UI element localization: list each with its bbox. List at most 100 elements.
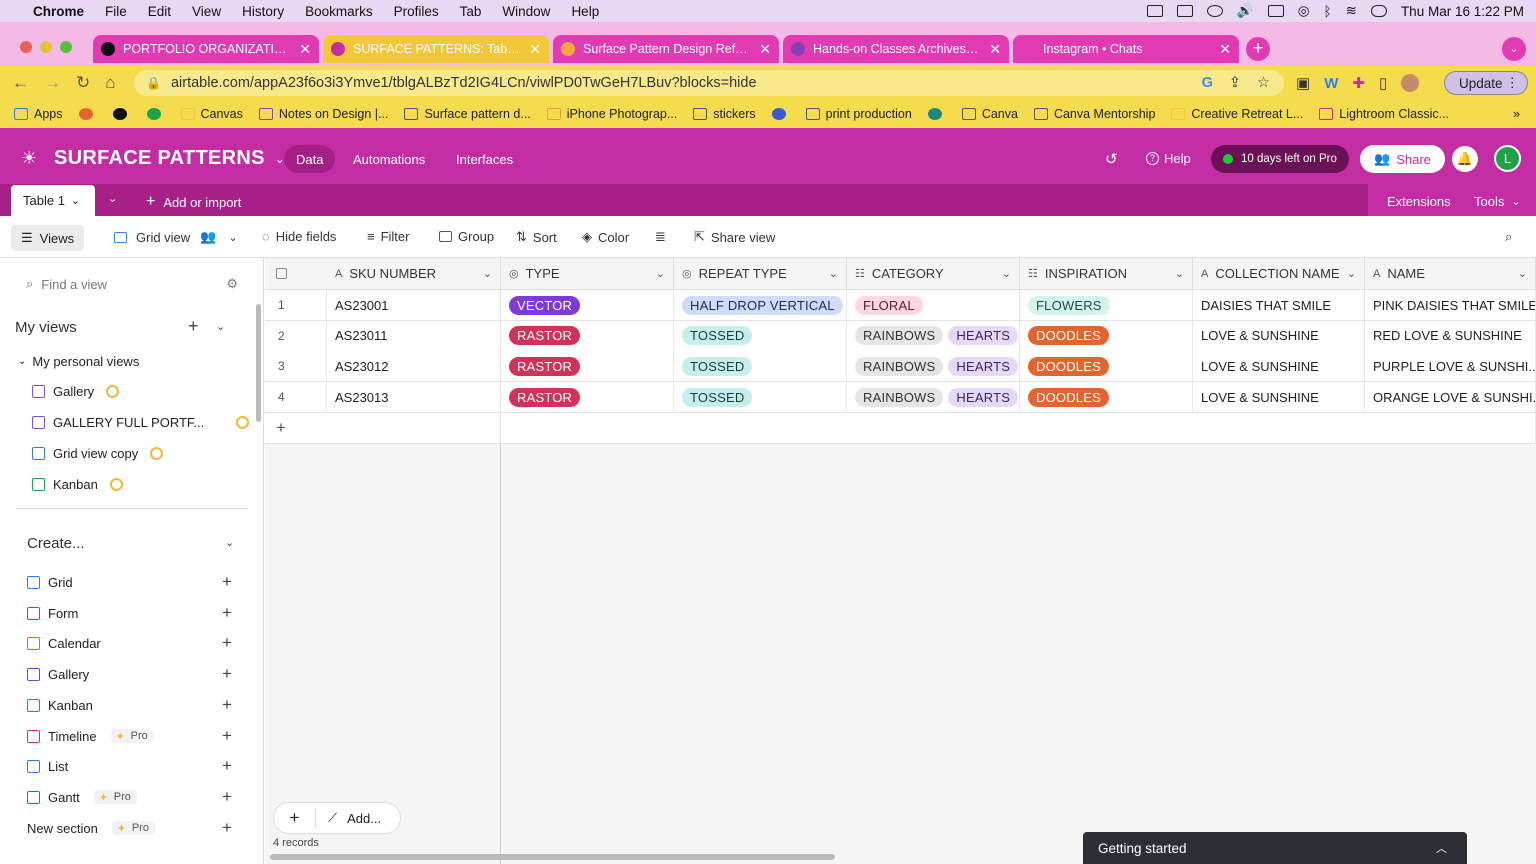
cell-repeat-type[interactable]: HALF DROP VERTICAL [674,290,847,321]
add-row-button[interactable]: + [265,412,501,444]
bookmark-item[interactable]: Canvas [180,107,243,121]
share-button[interactable]: 👥 Share [1360,145,1445,173]
menu-bookmarks[interactable]: Bookmarks [305,4,373,19]
extension-icon[interactable]: ▣ [1296,74,1310,92]
cell-category[interactable]: FLORAL [847,290,1020,321]
more-bookmarks-icon[interactable]: » [1513,107,1520,121]
find-view-search[interactable]: ⌕ Find a view ⚙ [26,276,238,292]
bookmark-item[interactable] [771,108,792,120]
cloud-icon[interactable] [1206,5,1223,17]
minimize-window-icon[interactable] [40,41,52,53]
browser-tab[interactable]: PORTFOLIO ORGANIZATION S ✕ [93,35,319,63]
notifications-bell-icon[interactable]: 🔔 [1452,146,1478,172]
table-row-number[interactable]: 4 [265,382,327,414]
add-view-icon[interactable]: + [222,818,232,838]
getting-started-panel[interactable]: Getting started ︿ [1083,832,1467,864]
back-icon[interactable]: ← [12,73,29,93]
bookmark-item[interactable] [112,108,133,120]
chevron-down-icon[interactable]: ⌄ [225,536,234,549]
nav-data[interactable]: Data [284,145,336,173]
update-button[interactable]: Update ⋮ [1444,71,1528,95]
google-icon[interactable]: G [1202,75,1213,91]
color-button[interactable]: ◈ Color [582,229,629,245]
cell-inspiration[interactable]: DOODLES [1020,320,1193,352]
w-extension-icon[interactable]: W [1324,75,1338,92]
user-avatar[interactable]: L [1494,145,1521,172]
tab-search-icon[interactable]: ⌄ [1502,37,1526,61]
cell-collection[interactable]: LOVE & SUNSHINE [1193,320,1365,352]
create-view-item[interactable]: Gallery [27,667,89,682]
create-view-item[interactable]: Timeline Pro [27,729,154,744]
add-or-import-button[interactable]: + Add or import [146,193,241,211]
column-header[interactable]: ☷ CATEGORY ⌄ [847,258,1020,290]
table-row-number[interactable]: 3 [265,351,327,383]
add-view-icon[interactable]: + [222,726,232,746]
menu-datetime[interactable]: Thu Mar 16 1:22 PM [1401,4,1524,19]
bookmark-item[interactable]: Lightroom Classic... [1319,107,1449,121]
close-tab-icon[interactable]: ✕ [529,41,541,58]
add-view-icon[interactable]: + [222,664,232,684]
close-tab-icon[interactable]: ✕ [759,41,771,58]
airdrop-icon[interactable]: ◎ [1298,3,1310,19]
chevron-up-icon[interactable]: ︿ [1436,840,1447,856]
column-header[interactable]: A COLLECTION NAME ⌄ [1193,258,1365,290]
menu-help[interactable]: Help [571,4,599,19]
personal-views-section[interactable]: ⌄ My personal views [18,354,139,369]
browser-tab[interactable]: Surface Pattern Design Refere ✕ [553,35,779,63]
cell-sku[interactable]: AS23012 [327,351,501,383]
cell-type[interactable]: RASTOR [501,320,674,352]
cell-inspiration[interactable]: DOODLES [1020,382,1193,414]
create-view-item[interactable]: Form [27,606,78,621]
add-view-icon[interactable]: + [222,695,232,715]
column-header[interactable]: ◎ TYPE ⌄ [501,258,674,290]
cell-category[interactable]: RAINBOWSHEARTSD [847,382,1020,414]
cell-repeat-type[interactable]: TOSSED [674,320,847,352]
help-button[interactable]: ? Help [1146,151,1191,166]
tab-table-1[interactable]: Table 1 ⌄ [11,185,95,216]
bookmark-item[interactable]: Canva [961,107,1018,121]
column-header[interactable]: A NAME ⌄ [1365,258,1536,290]
add-view-icon[interactable]: + [222,756,232,776]
column-header[interactable]: ☷ INSPIRATION ⌄ [1020,258,1193,290]
bookmark-item[interactable]: iPhone Photograp... [546,107,677,121]
bookmark-item[interactable] [146,108,167,120]
bookmark-star-icon[interactable]: ☆ [1257,75,1270,91]
nav-interfaces[interactable]: Interfaces [444,145,525,173]
select-all-checkbox[interactable] [265,258,327,290]
lock-icon[interactable]: 🔒 [146,76,161,90]
bookmark-item[interactable]: print production [805,107,912,121]
tools-button[interactable]: Tools ⌄ [1474,194,1521,209]
battery-icon[interactable] [1267,5,1284,17]
sidebar-view-item[interactable]: Kanban [32,477,123,492]
bookmark-item[interactable] [927,108,948,120]
sort-button[interactable]: ⇅ Sort [516,229,557,245]
bookmark-item[interactable]: Apps [14,107,63,121]
column-header[interactable]: ◎ REPEAT TYPE ⌄ [674,258,847,290]
status-icon[interactable] [1146,5,1163,17]
grid-view-button[interactable]: Grid view 👥 ⌄ [114,229,238,245]
control-center-icon[interactable] [1370,5,1387,17]
cell-repeat-type[interactable]: TOSSED [674,382,847,414]
create-view-item[interactable]: Gantt Pro [27,790,137,805]
close-window-icon[interactable] [20,41,32,53]
menu-app-name[interactable]: Chrome [33,4,84,19]
add-record-icon[interactable]: + [274,808,316,828]
cell-sku[interactable]: AS23013 [327,382,501,414]
table-row-number[interactable]: 1 [265,290,327,321]
cell-name[interactable]: PURPLE LOVE & SUNSHI... [1365,351,1536,383]
cell-collection[interactable]: LOVE & SUNSHINE [1193,351,1365,383]
create-view-item[interactable]: Grid [27,575,73,590]
group-button[interactable]: Group [439,229,494,244]
share-view-button[interactable]: ⇱ Share view [694,229,775,245]
add-view-icon[interactable]: + [222,572,232,592]
create-view-item[interactable]: Kanban [27,698,93,713]
close-tab-icon[interactable]: ✕ [299,41,311,58]
reload-icon[interactable]: ↻ [76,73,90,93]
base-name[interactable]: SURFACE PATTERNS ⌄ [54,147,285,170]
chevron-down-icon[interactable]: ⌄ [216,320,225,333]
close-tab-icon[interactable]: ✕ [989,41,1001,58]
browser-tab[interactable]: SURFACE PATTERNS: Table 1 ✕ [323,35,549,63]
extensions-button[interactable]: Extensions [1387,194,1451,209]
screen-icon[interactable] [1176,5,1193,17]
menu-profiles[interactable]: Profiles [394,4,439,19]
